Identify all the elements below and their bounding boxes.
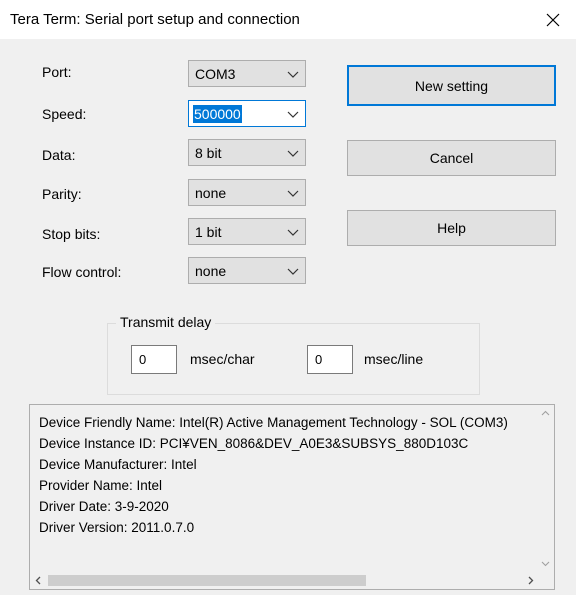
- data-label: Data:: [42, 147, 76, 163]
- driver-version: Driver Version: 2011.0.7.0: [39, 520, 195, 535]
- horizontal-scroll-thumb[interactable]: [48, 575, 366, 586]
- scrollbar-corner: [537, 572, 554, 589]
- stop-bits-value: 1 bit: [195, 224, 222, 240]
- data-select[interactable]: 8 bit: [188, 139, 306, 166]
- chevron-down-icon: [287, 268, 299, 275]
- chevron-down-icon: [287, 190, 299, 197]
- chevron-down-icon: [287, 150, 299, 157]
- help-button[interactable]: Help: [347, 210, 556, 246]
- msec-line-label: msec/line: [364, 351, 424, 367]
- speed-label: Speed:: [42, 106, 87, 122]
- scroll-left-button[interactable]: [30, 572, 47, 589]
- chevron-right-icon: [528, 576, 534, 585]
- transmit-delay-legend: Transmit delay: [116, 314, 216, 330]
- chevron-up-icon: [541, 410, 550, 416]
- port-select[interactable]: COM3: [188, 60, 306, 87]
- chevron-down-icon: [541, 561, 550, 567]
- window-title: Tera Term: Serial port setup and connect…: [10, 11, 300, 28]
- flow-control-label: Flow control:: [42, 264, 122, 280]
- port-label: Port:: [42, 64, 72, 80]
- msec-line-value: 0: [315, 352, 323, 367]
- device-manufacturer: Device Manufacturer: Intel: [39, 457, 197, 472]
- close-button[interactable]: [530, 0, 576, 40]
- transmit-delay-group: Transmit delay 0 msec/char 0 msec/line: [107, 314, 480, 395]
- scroll-up-button[interactable]: [537, 405, 554, 422]
- device-info-list[interactable]: Device Friendly Name: Intel(R) Active Ma…: [29, 404, 555, 590]
- new-setting-button[interactable]: New setting: [347, 65, 556, 106]
- driver-date: Driver Date: 3-9-2020: [39, 499, 169, 514]
- msec-char-label: msec/char: [190, 351, 255, 367]
- chevron-down-icon: [287, 229, 299, 236]
- speed-value: 500000: [193, 105, 242, 123]
- title-bar: Tera Term: Serial port setup and connect…: [0, 0, 576, 40]
- chevron-down-icon: [287, 71, 299, 78]
- provider-name: Provider Name: Intel: [39, 478, 163, 493]
- msec-char-value: 0: [139, 352, 147, 367]
- chevron-down-icon: [287, 111, 299, 118]
- parity-label: Parity:: [42, 186, 82, 202]
- flow-control-select[interactable]: none: [188, 257, 306, 284]
- data-value: 8 bit: [195, 145, 222, 161]
- stop-bits-select[interactable]: 1 bit: [188, 218, 306, 245]
- stop-bits-label: Stop bits:: [42, 226, 101, 242]
- cancel-button[interactable]: Cancel: [347, 140, 556, 176]
- flow-control-value: none: [195, 263, 227, 279]
- scroll-down-button[interactable]: [537, 555, 554, 572]
- horizontal-scrollbar[interactable]: [30, 572, 539, 589]
- device-instance-id: Device Instance ID: PCI¥VEN_8086&DEV_A0E…: [39, 436, 469, 451]
- parity-select[interactable]: none: [188, 179, 306, 206]
- msec-line-input[interactable]: 0: [307, 345, 353, 374]
- close-icon: [546, 13, 560, 27]
- vertical-scrollbar[interactable]: [537, 405, 554, 572]
- chevron-left-icon: [35, 576, 41, 585]
- parity-value: none: [195, 185, 227, 201]
- device-friendly-name: Device Friendly Name: Intel(R) Active Ma…: [39, 415, 508, 430]
- speed-select[interactable]: 500000: [188, 100, 306, 127]
- port-value: COM3: [195, 66, 236, 82]
- msec-char-input[interactable]: 0: [131, 345, 177, 374]
